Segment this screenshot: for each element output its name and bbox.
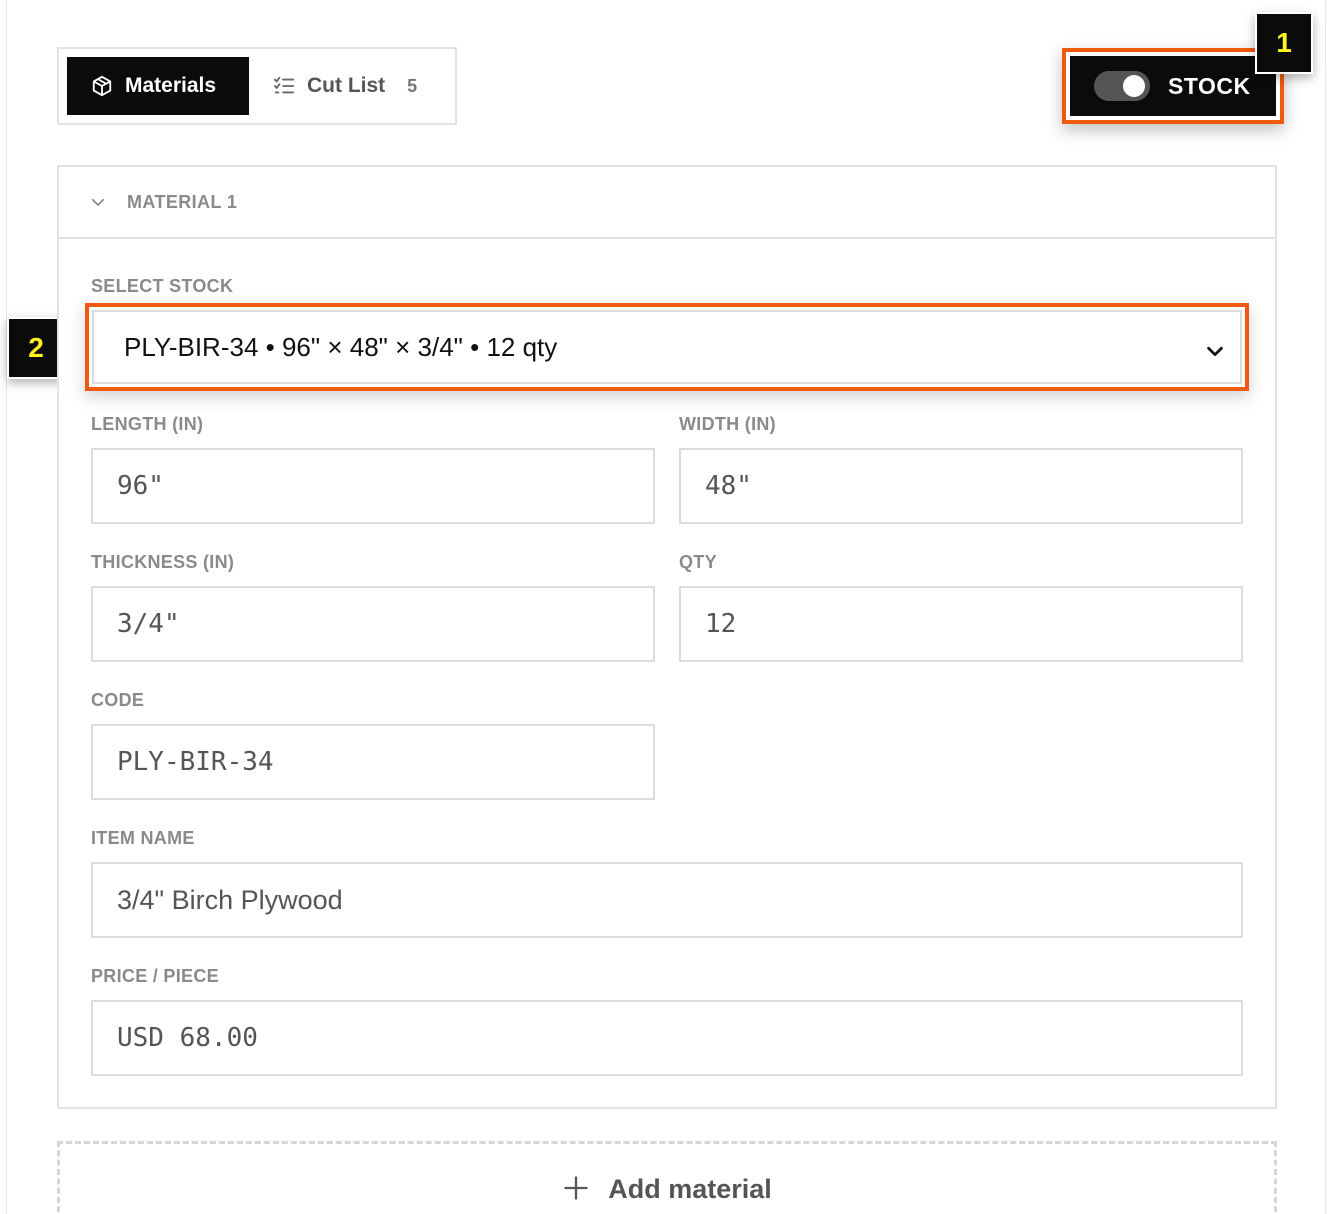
qty-input[interactable]: 12: [679, 586, 1243, 662]
plus-icon: [562, 1174, 590, 1202]
tab-materials[interactable]: Materials: [67, 57, 249, 115]
stock-toggle-label: STOCK: [1168, 72, 1251, 99]
price-label: PRICE / PIECE: [91, 966, 219, 986]
material-card: MATERIAL 1 SELECT STOCK PLY-BIR-34 • 96"…: [57, 165, 1277, 1109]
annotation-marker-1: 1: [1255, 12, 1313, 74]
thickness-input[interactable]: 3/4": [91, 586, 655, 662]
select-stock-value: PLY-BIR-34 • 96" × 48" × 3/4" • 12 qty: [124, 331, 558, 362]
stock-toggle-switch[interactable]: [1094, 71, 1150, 101]
item-name-label: ITEM NAME: [91, 828, 195, 848]
checklist-icon: [273, 75, 295, 97]
price-input[interactable]: USD 68.00: [91, 1000, 1243, 1076]
qty-label: QTY: [679, 552, 717, 572]
materials-panel: Materials Cut List 5 STOCK 1 2 MATERIAL …: [6, 0, 1326, 1214]
tab-materials-label: Materials: [125, 74, 217, 97]
view-tabs: Materials Cut List 5: [57, 47, 457, 125]
add-material-label: Add material: [608, 1174, 772, 1204]
thickness-label: THICKNESS (IN): [91, 552, 235, 572]
cut-list-count-badge: 5: [407, 75, 418, 96]
length-input[interactable]: 96": [91, 448, 655, 524]
width-label: WIDTH (IN): [679, 414, 776, 434]
code-label: CODE: [91, 690, 145, 710]
length-label: LENGTH (IN): [91, 414, 204, 434]
width-input[interactable]: 48": [679, 448, 1243, 524]
tab-cut-list-label: Cut List: [307, 74, 386, 97]
code-input[interactable]: PLY-BIR-34: [91, 724, 655, 800]
tab-cut-list[interactable]: Cut List 5: [273, 57, 417, 115]
chevron-down-icon: [89, 193, 107, 211]
add-material-button[interactable]: Add material: [57, 1141, 1277, 1214]
select-stock-label: SELECT STOCK: [91, 276, 234, 296]
stock-toggle-highlight: STOCK: [1062, 48, 1284, 124]
material-card-title: MATERIAL 1: [127, 191, 238, 212]
select-stock-highlight: PLY-BIR-34 • 96" × 48" × 3/4" • 12 qty: [85, 303, 1249, 391]
toggle-knob: [1123, 75, 1145, 97]
box-icon: [91, 75, 113, 97]
stock-toggle-button[interactable]: STOCK: [1070, 56, 1276, 116]
material-card-header[interactable]: MATERIAL 1: [59, 167, 1275, 239]
item-name-input[interactable]: 3/4" Birch Plywood: [91, 862, 1243, 938]
select-stock-dropdown[interactable]: PLY-BIR-34 • 96" × 48" × 3/4" • 12 qty: [92, 310, 1242, 384]
chevron-down-icon: [1204, 338, 1226, 369]
